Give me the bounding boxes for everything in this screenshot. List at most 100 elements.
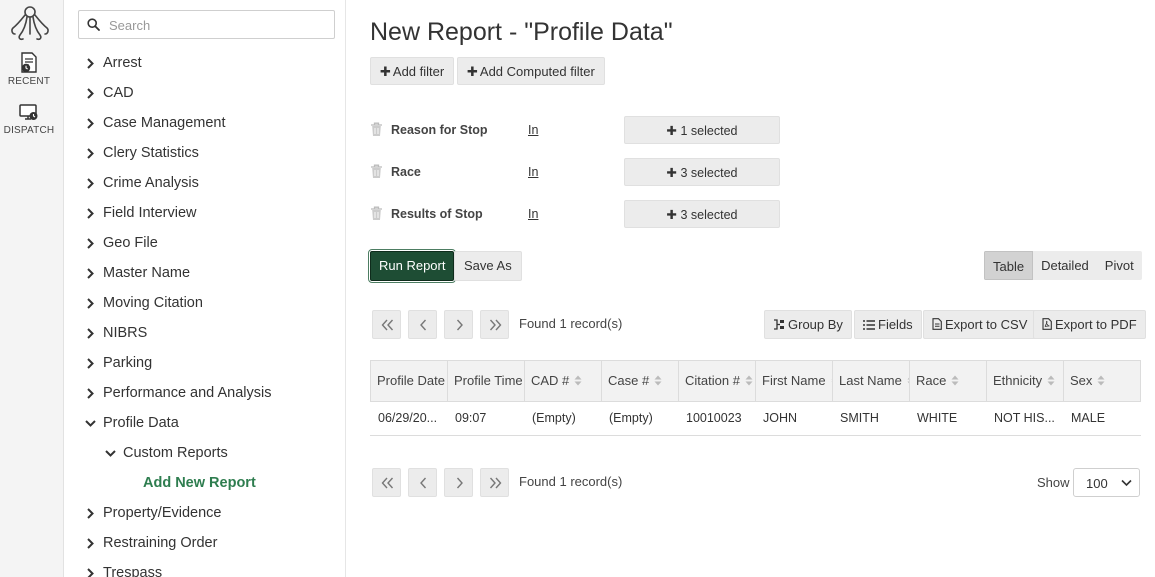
record-count: Found 1 record(s) bbox=[519, 316, 623, 331]
trash-icon[interactable] bbox=[370, 164, 383, 184]
chevron-right-icon bbox=[84, 168, 98, 198]
app-logo-icon[interactable] bbox=[8, 4, 52, 42]
filter-row-reason-for-stop: Reason for Stop In ✚ 1 selected bbox=[370, 116, 790, 144]
sort-icon bbox=[1097, 362, 1105, 401]
filter-operator-link[interactable]: In bbox=[528, 165, 538, 179]
group-by-label: Group By bbox=[788, 317, 843, 332]
column-header-label: Profile Time bbox=[454, 373, 523, 388]
filter-row-results-of-stop: Results of Stop In ✚ 3 selected bbox=[370, 200, 790, 228]
last-page-button[interactable] bbox=[480, 468, 509, 497]
filter-operator-link[interactable]: In bbox=[528, 123, 538, 137]
column-header-race[interactable]: Race bbox=[910, 361, 987, 401]
filter-name: Results of Stop bbox=[391, 207, 483, 221]
trash-icon[interactable] bbox=[370, 122, 383, 142]
prev-page-button[interactable] bbox=[408, 468, 437, 497]
sidebar-item-case-management[interactable]: Case Management bbox=[64, 108, 345, 138]
column-header-label: Citation # bbox=[685, 373, 740, 388]
sidebar-item-master-name[interactable]: Master Name bbox=[64, 258, 345, 288]
column-header-citation[interactable]: Citation # bbox=[679, 361, 756, 401]
double-chevron-left-icon bbox=[381, 477, 394, 489]
next-page-button[interactable] bbox=[444, 310, 473, 339]
column-header-profile-date[interactable]: Profile Date bbox=[371, 361, 448, 401]
group-by-button[interactable]: Group By bbox=[764, 310, 852, 339]
sidebar-item-moving-citation[interactable]: Moving Citation bbox=[64, 288, 345, 318]
sidebar-item-nibrs[interactable]: NIBRS bbox=[64, 318, 345, 348]
export-pdf-button[interactable]: Export to PDF bbox=[1033, 310, 1146, 339]
column-header-ethnicity[interactable]: Ethnicity bbox=[987, 361, 1064, 401]
sidebar-item-label: Clery Statistics bbox=[103, 145, 199, 161]
filter-operator-link[interactable]: In bbox=[528, 207, 538, 221]
chevron-right-icon bbox=[456, 319, 463, 331]
sidebar-item-label: Custom Reports bbox=[123, 445, 228, 461]
prev-page-button[interactable] bbox=[408, 310, 437, 339]
sidebar-item-profile-data[interactable]: Profile Data bbox=[64, 408, 345, 438]
run-report-button[interactable]: Run Report bbox=[367, 249, 457, 283]
search-icon bbox=[87, 18, 100, 31]
column-header-label: Ethnicity bbox=[993, 373, 1043, 388]
sidebar-item-geo-file[interactable]: Geo File bbox=[64, 228, 345, 258]
chevron-down-icon bbox=[104, 438, 118, 468]
column-header-label: Last Name bbox=[839, 373, 902, 388]
chevron-right-icon bbox=[84, 378, 98, 408]
sidebar-item-add-new-report[interactable]: Add New Report bbox=[64, 468, 345, 498]
sidebar-item-label: Performance and Analysis bbox=[103, 385, 272, 401]
rail-item-dispatch-label: DISPATCH bbox=[3, 125, 55, 136]
chevron-right-icon bbox=[84, 288, 98, 318]
sidebar-item-arrest[interactable]: Arrest bbox=[64, 48, 345, 78]
column-header-profile-time[interactable]: Profile Time bbox=[448, 361, 525, 401]
next-page-button[interactable] bbox=[444, 468, 473, 497]
filter-selection-button[interactable]: ✚ 3 selected bbox=[624, 200, 780, 228]
table-cell-ethnicity: NOT HIS... bbox=[994, 411, 1055, 425]
column-header-first-name[interactable]: First Name bbox=[756, 361, 833, 401]
column-header-case[interactable]: Case # bbox=[602, 361, 679, 401]
first-page-button[interactable] bbox=[372, 468, 401, 497]
rail-item-recent-label: RECENT bbox=[7, 76, 51, 87]
trash-icon[interactable] bbox=[370, 206, 383, 226]
filter-name: Reason for Stop bbox=[391, 123, 488, 137]
column-header-last-name[interactable]: Last Name bbox=[833, 361, 910, 401]
sidebar-item-crime-analysis[interactable]: Crime Analysis bbox=[64, 168, 345, 198]
sort-icon bbox=[745, 362, 753, 401]
page-size-select[interactable]: 100 bbox=[1073, 468, 1140, 497]
sidebar-item-restraining-order[interactable]: Restraining Order bbox=[64, 528, 345, 558]
chevron-right-icon bbox=[84, 348, 98, 378]
rail-item-recent[interactable]: RECENT bbox=[0, 52, 58, 87]
sidebar-item-performance-and-analysis[interactable]: Performance and Analysis bbox=[64, 378, 345, 408]
view-mode-pivot[interactable]: Pivot bbox=[1097, 251, 1142, 280]
rail-item-dispatch[interactable]: DISPATCH bbox=[0, 103, 58, 136]
chevron-left-icon bbox=[420, 477, 427, 489]
first-page-button[interactable] bbox=[372, 310, 401, 339]
sidebar-item-field-interview[interactable]: Field Interview bbox=[64, 198, 345, 228]
last-page-button[interactable] bbox=[480, 310, 509, 339]
export-csv-button[interactable]: Export to CSV bbox=[923, 310, 1037, 339]
add-filter-button[interactable]: ✚ Add filter bbox=[370, 57, 455, 85]
chevron-right-icon bbox=[84, 138, 98, 168]
sidebar-item-label: Crime Analysis bbox=[103, 175, 199, 191]
sidebar-item-custom-reports[interactable]: Custom Reports bbox=[64, 438, 345, 468]
chevron-right-icon bbox=[84, 318, 98, 348]
add-computed-filter-button[interactable]: ✚ Add Computed filter bbox=[457, 57, 605, 85]
pdf-file-icon bbox=[1042, 318, 1052, 330]
sidebar-item-label: Arrest bbox=[103, 55, 142, 71]
view-mode-detailed[interactable]: Detailed bbox=[1033, 251, 1097, 280]
sidebar-item-label: Case Management bbox=[103, 115, 226, 131]
add-computed-filter-label: Add Computed filter bbox=[479, 64, 595, 79]
fields-button[interactable]: Fields bbox=[854, 310, 922, 339]
dispatch-monitor-icon bbox=[19, 104, 38, 120]
view-mode-table[interactable]: Table bbox=[984, 251, 1034, 280]
table-row[interactable]: 06/29/20... 09:07 (Empty) (Empty) 10010023 JO… bbox=[370, 402, 1141, 436]
sidebar-item-property-evidence[interactable]: Property/Evidence bbox=[64, 498, 345, 528]
table-cell-profile-time: 09:07 bbox=[455, 411, 487, 425]
table-cell-case: (Empty) bbox=[609, 411, 653, 425]
sidebar-item-trespass[interactable]: Trespass bbox=[64, 558, 345, 577]
search-input[interactable] bbox=[109, 15, 324, 35]
column-header-cad[interactable]: CAD # bbox=[525, 361, 602, 401]
filter-selection-button[interactable]: ✚ 3 selected bbox=[624, 158, 780, 186]
filter-selection-button[interactable]: ✚ 1 selected bbox=[624, 116, 780, 144]
sidebar-item-parking[interactable]: Parking bbox=[64, 348, 345, 378]
sidebar-item-cad[interactable]: CAD bbox=[64, 78, 345, 108]
chevron-right-icon bbox=[456, 477, 463, 489]
save-as-button[interactable]: Save As bbox=[454, 251, 522, 281]
sidebar-item-clery-statistics[interactable]: Clery Statistics bbox=[64, 138, 345, 168]
column-header-sex[interactable]: Sex bbox=[1064, 361, 1141, 401]
